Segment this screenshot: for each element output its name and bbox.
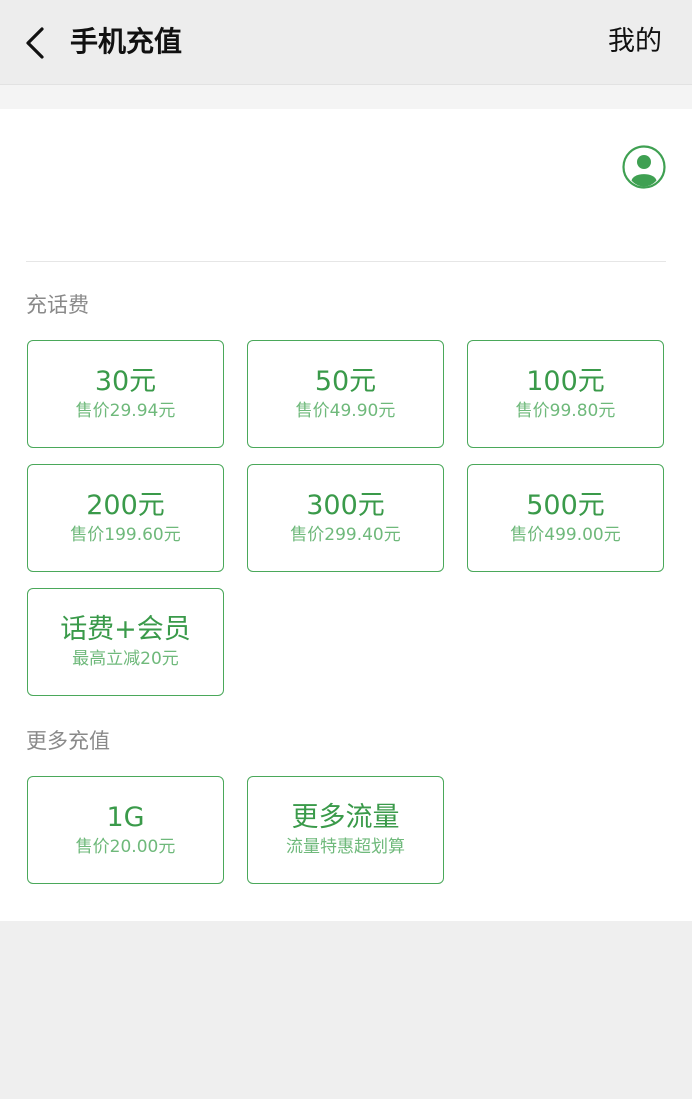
recharge-option-30[interactable]: 30元 售价29.94元: [27, 340, 224, 448]
phone-number-area: [26, 109, 666, 262]
recharge-amount: 30元: [94, 366, 157, 397]
recharge-amount: 300元: [306, 490, 385, 521]
recharge-option-300[interactable]: 300元 售价299.40元: [247, 464, 444, 572]
page-title: 手机充值: [70, 25, 183, 58]
more-section-title: 更多充值: [26, 729, 110, 753]
recharge-price: 售价99.80元: [515, 401, 616, 421]
recharge-amount: 200元: [86, 490, 165, 521]
nav-bar: 手机充值 我的: [0, 0, 692, 85]
main-content: 充话费 30元 售价29.94元 50元 售价49.90元 100元 售价99.…: [0, 109, 692, 921]
recharge-price: 售价49.90元: [295, 401, 396, 421]
recharge-amount: 100元: [526, 366, 605, 397]
recharge-option-100[interactable]: 100元 售价99.80元: [467, 340, 664, 448]
data-amount: 更多流量: [291, 802, 400, 833]
chevron-left-icon[interactable]: [22, 26, 48, 60]
recharge-option-bundle[interactable]: 话费+会员 最高立减20元: [27, 588, 224, 696]
recharge-amount: 话费+会员: [60, 614, 191, 645]
recharge-price: 售价199.60元: [70, 525, 181, 545]
data-amount: 1G: [106, 802, 145, 833]
recharge-option-500[interactable]: 500元 售价499.00元: [467, 464, 664, 572]
recharge-option-200[interactable]: 200元 售价199.60元: [27, 464, 224, 572]
recharge-price: 售价499.00元: [510, 525, 621, 545]
header-divider: [0, 85, 692, 109]
phone-number-input[interactable]: [26, 149, 590, 211]
contact-person-icon[interactable]: [622, 145, 666, 189]
recharge-option-50[interactable]: 50元 售价49.90元: [247, 340, 444, 448]
data-option-more[interactable]: 更多流量 流量特惠超划算: [247, 776, 444, 884]
data-option-1g[interactable]: 1G 售价20.00元: [27, 776, 224, 884]
data-price: 流量特惠超划算: [286, 837, 405, 857]
recharge-amount: 500元: [526, 490, 605, 521]
recharge-price: 最高立减20元: [72, 649, 179, 669]
data-price: 售价20.00元: [75, 837, 176, 857]
recharge-section-title: 充话费: [26, 293, 89, 317]
mine-link[interactable]: 我的: [608, 22, 662, 62]
recharge-amount: 50元: [314, 366, 377, 397]
recharge-price: 售价299.40元: [290, 525, 401, 545]
recharge-price: 售价29.94元: [75, 401, 176, 421]
